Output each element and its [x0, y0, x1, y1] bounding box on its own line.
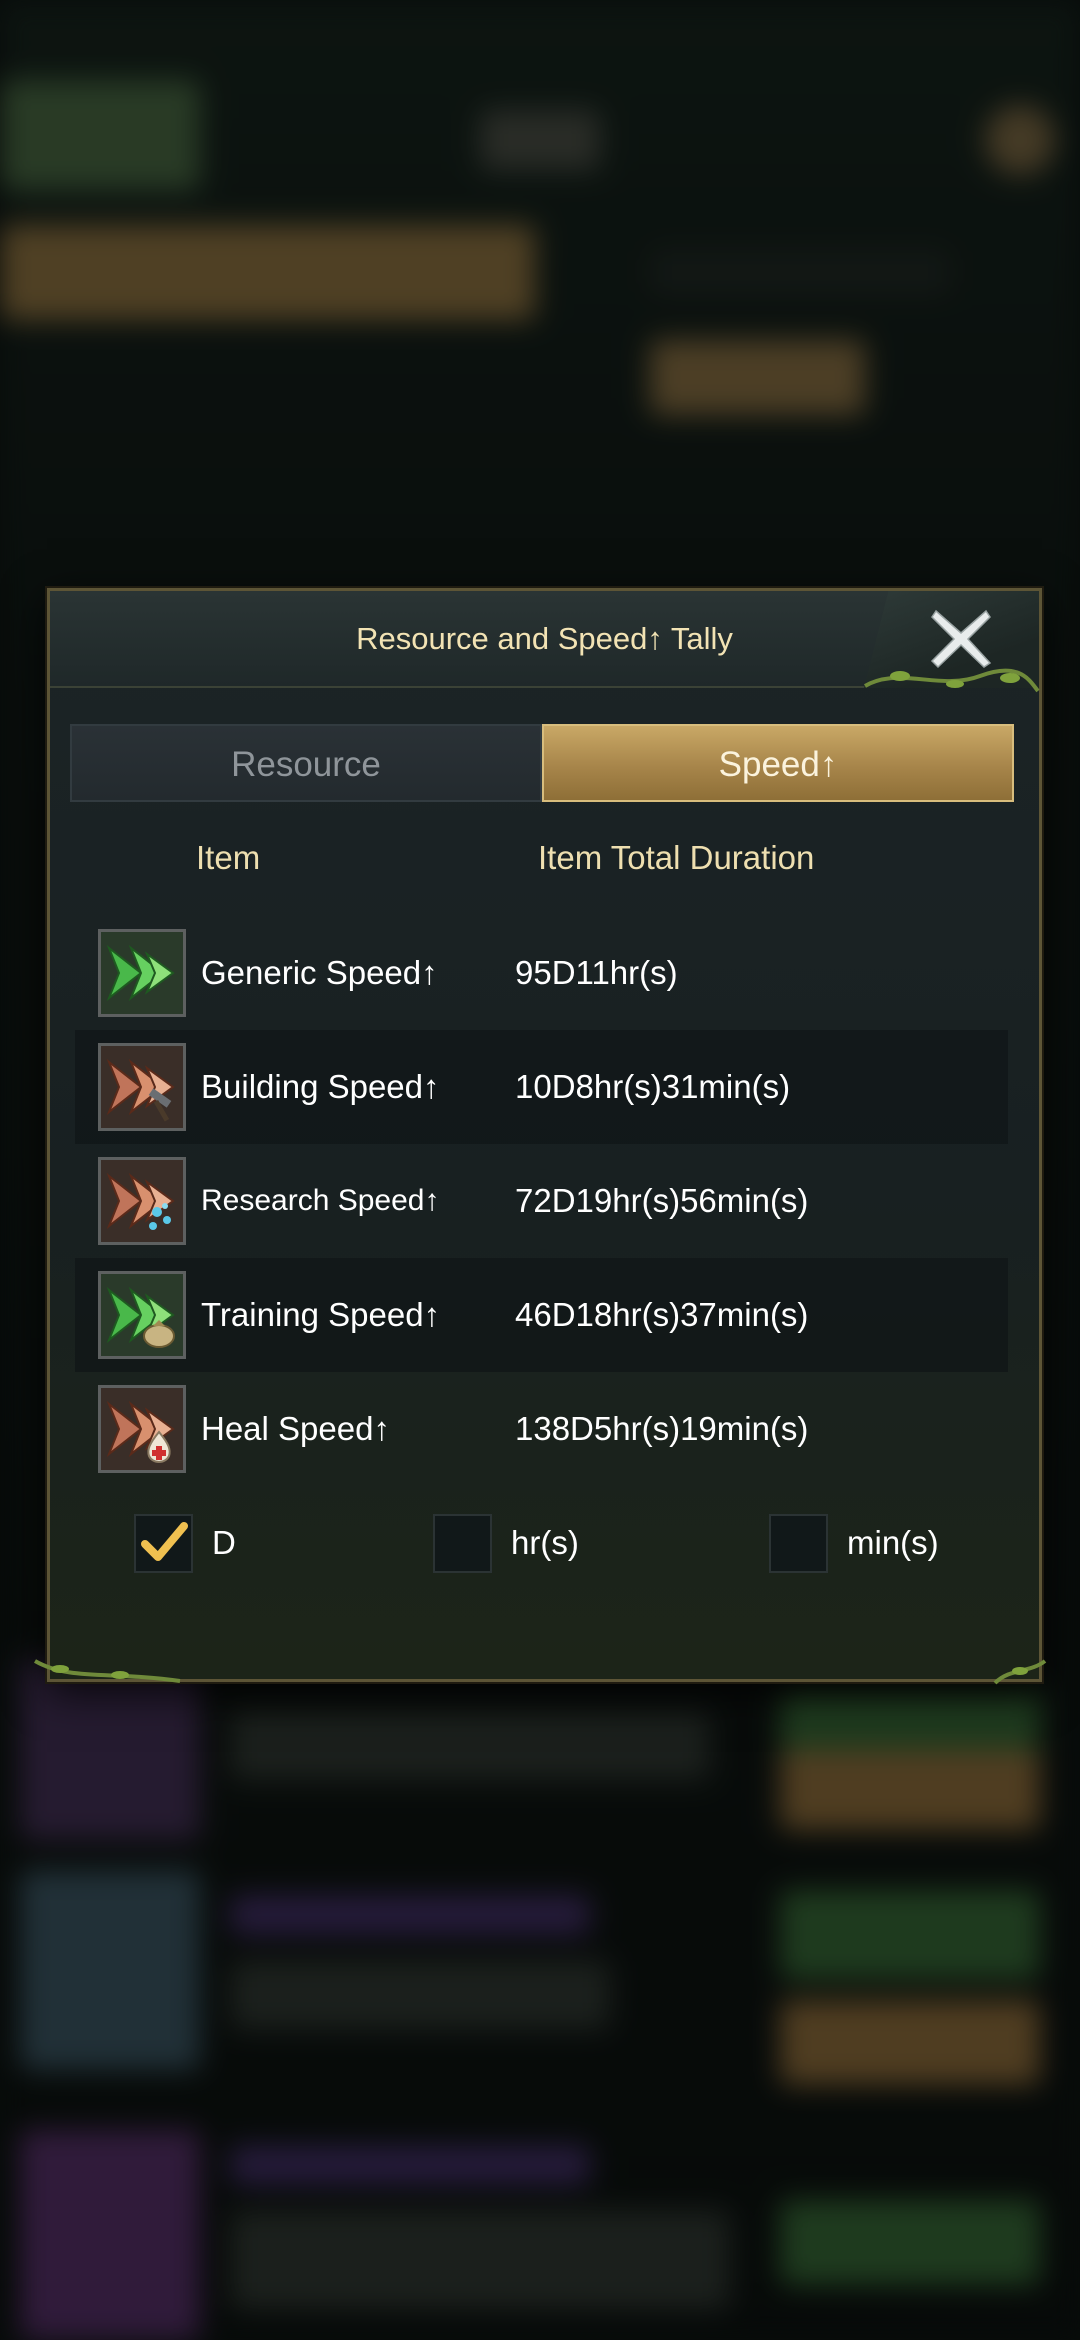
column-headers: Item Item Total Duration: [50, 839, 1039, 879]
vine-decoration-icon: [34, 1659, 181, 1683]
checkbox-box[interactable]: [134, 1514, 193, 1573]
list-item: Heal Speed↑ 138D5hr(s)19min(s): [75, 1372, 1008, 1486]
speedup-list: Generic Speed↑ 95D11hr(s) Building Speed…: [75, 916, 1008, 1486]
item-duration: 72D19hr(s)56min(s): [515, 1182, 809, 1219]
list-item: Research Speed↑ 72D19hr(s)56min(s): [75, 1144, 1008, 1258]
item-duration: 138D5hr(s)19min(s): [515, 1410, 809, 1447]
list-item: Generic Speed↑ 95D11hr(s): [75, 916, 1008, 1030]
training-speedup-icon[interactable]: [98, 1271, 186, 1359]
checkbox-box[interactable]: [433, 1514, 492, 1573]
tab-bar: Resource Speed↑: [70, 724, 1014, 802]
building-speedup-icon[interactable]: [98, 1043, 186, 1131]
unit-selector: D hr(s) min(s): [50, 1511, 1039, 1575]
heal-speedup-icon[interactable]: [98, 1385, 186, 1473]
green-arrows-icon[interactable]: [98, 929, 186, 1017]
unit-label: min(s): [847, 1524, 939, 1561]
dialog-header: Resource and Speed↑ Tally: [50, 591, 1040, 693]
vine-decoration-icon: [864, 668, 1040, 693]
column-header-item: Item: [196, 839, 261, 876]
list-item: Building Speed↑ 10D8hr(s)31min(s): [75, 1030, 1008, 1144]
item-name: Heal Speed↑: [201, 1410, 390, 1447]
research-speedup-icon[interactable]: [98, 1157, 186, 1245]
item-duration: 10D8hr(s)31min(s): [515, 1068, 791, 1105]
checkbox-box[interactable]: [769, 1514, 828, 1573]
tab-resource[interactable]: Resource: [70, 724, 542, 802]
item-name: Research Speed↑: [201, 1184, 440, 1217]
column-header-duration: Item Total Duration: [538, 839, 815, 876]
tab-speed[interactable]: Speed↑: [542, 724, 1014, 802]
unit-label: hr(s): [511, 1524, 579, 1561]
item-duration: 46D18hr(s)37min(s): [515, 1296, 809, 1333]
vine-decoration-icon: [993, 1659, 1047, 1685]
unit-label: D: [212, 1524, 236, 1561]
checkmark-icon: [141, 1522, 188, 1561]
item-duration: 95D11hr(s): [515, 954, 678, 991]
item-name: Generic Speed↑: [201, 954, 438, 991]
tally-dialog: Resource and Speed↑ Tally Resource Speed…: [34, 588, 1047, 1685]
item-name: Building Speed↑: [201, 1068, 440, 1105]
item-name: Training Speed↑: [201, 1296, 441, 1333]
list-item: Training Speed↑ 46D18hr(s)37min(s): [75, 1258, 1008, 1372]
